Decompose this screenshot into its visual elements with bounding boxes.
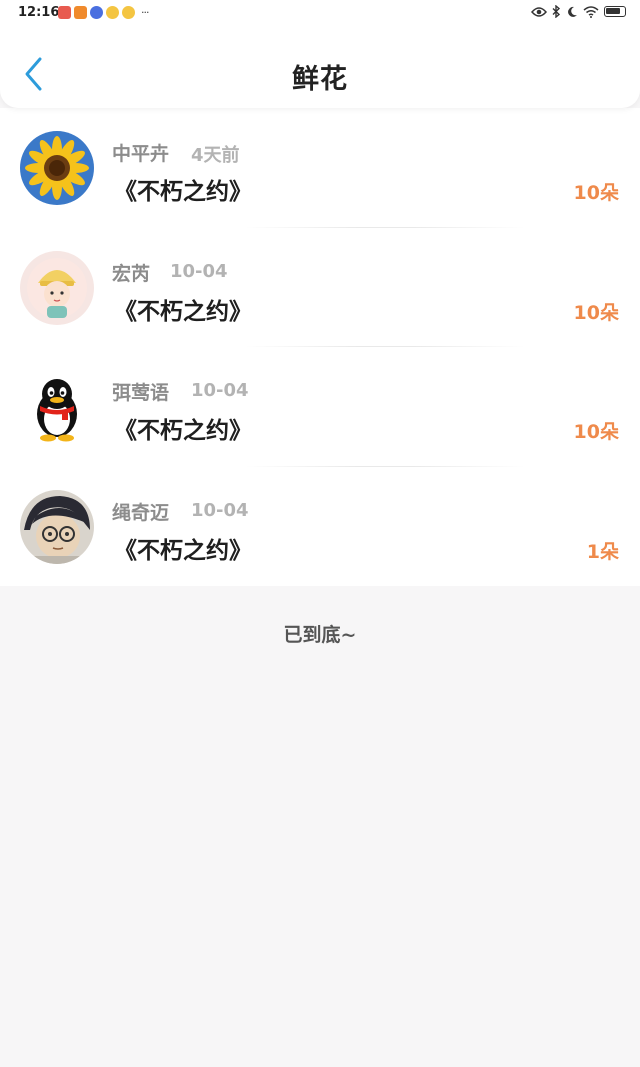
music-notification-icon [90,6,103,19]
weibo-notification-icon-2 [122,6,135,19]
sender-name: 宏芮 [112,262,151,285]
moon-icon [568,6,577,17]
list-item[interactable]: 中平卉 4天前 《不朽之约》 10朵 [0,108,640,228]
sender-name: 中平卉 [112,143,170,165]
more-notifications-icon: ··· [141,5,149,19]
flower-count: 10朵 [573,182,619,204]
weibo-notification-icon [106,6,119,19]
page-title: 鲜花 [292,64,348,95]
system-icons [531,5,626,18]
gift-title: 《不朽之约》 [114,537,252,564]
eye-icon [531,6,547,17]
status-time: 12:16 [18,5,60,20]
list-item[interactable]: 绳奇迈 10-04 《不朽之约》 1朵 [0,467,640,587]
flower-count: 10朵 [573,421,619,443]
bluetooth-icon [552,5,561,18]
avatar[interactable] [20,250,94,325]
video-notification-icon [74,6,87,19]
battery-icon [604,6,626,17]
wifi-icon [583,5,599,18]
status-bar: 12:16 ··· [0,0,640,28]
sender-name: 弭莺语 [112,382,170,404]
send-date: 4天前 [191,145,240,166]
gift-title: 《不朽之约》 [114,179,252,205]
gift-title: 《不朽之约》 [114,298,252,325]
cartoon-boy-avatar-icon [20,250,94,325]
end-of-list-text: 已到底~ [283,624,357,646]
top-bar: 12:16 ··· 鲜花 [0,0,640,108]
send-date: 10-04 [191,380,249,401]
anime-character-avatar-icon [20,489,94,564]
send-date: 10-04 [191,499,249,521]
send-date: 10-04 [170,260,228,282]
flower-count: 1朵 [586,540,619,563]
list-item[interactable]: 弭莺语 10-04 《不朽之约》 10朵 [0,347,640,467]
list-item[interactable]: 宏芮 10-04 《不朽之约》 10朵 [0,228,640,347]
flower-count: 10朵 [573,301,619,324]
avatar[interactable] [20,131,94,205]
sender-name: 绳奇迈 [112,501,170,524]
notification-icons: ··· [58,6,149,19]
gift-title: 《不朽之约》 [114,418,252,444]
avatar[interactable] [20,370,94,444]
flower-list: 中平卉 4天前 《不朽之约》 10朵 宏芮 10-04 《不朽之约》 10朵 弭… [0,108,640,586]
qq-penguin-avatar-icon [20,370,94,444]
sunflower-avatar-icon [20,131,94,205]
app-notification-icon [58,6,71,19]
avatar[interactable] [20,489,94,564]
